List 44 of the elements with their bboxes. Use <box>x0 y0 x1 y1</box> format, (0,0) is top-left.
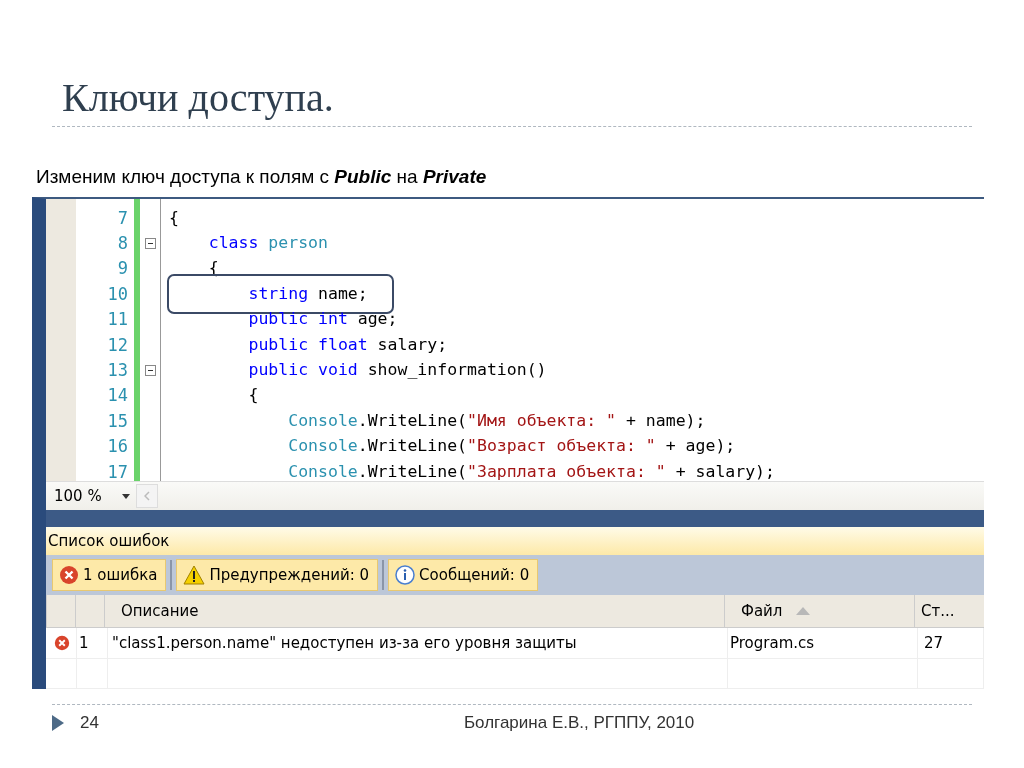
filter-button[interactable]: Сообщений: 0 <box>388 559 539 591</box>
code-line: public void show_information() <box>247 359 548 382</box>
line-number: 15 <box>107 410 128 431</box>
chevron-left-icon <box>143 491 150 501</box>
line-number: 11 <box>107 309 128 330</box>
line-number: 17 <box>107 461 128 481</box>
column-header[interactable]: Описание <box>104 595 724 627</box>
code-line: public float salary; <box>247 333 449 356</box>
line-number: 13 <box>107 360 128 381</box>
filter-button[interactable]: Предупреждений: 0 <box>176 559 379 591</box>
code-line: Console.WriteLine("Возраст объекта: " + age); <box>287 435 737 458</box>
slide-title: Ключи доступа. <box>62 74 335 122</box>
code-line: Console.WriteLine("Имя объекта: " + name); <box>287 409 707 432</box>
table-cell: Program.cs <box>730 634 815 652</box>
zoom-dropdown[interactable]: 100 % <box>46 487 136 505</box>
code-line: { <box>168 206 180 229</box>
panel-title: Список ошибок <box>46 527 984 555</box>
error-icon <box>54 635 70 651</box>
footer-author: Болгарина Е.В., РГППУ, 2010 <box>463 713 695 733</box>
column-header[interactable]: Файл <box>724 595 914 627</box>
collapse-icon[interactable] <box>144 237 156 249</box>
line-number: 14 <box>107 385 128 406</box>
line-number: 16 <box>107 436 128 457</box>
line-number: 9 <box>117 258 128 279</box>
line-number: 7 <box>117 207 128 228</box>
filter-button[interactable]: 1 ошибка <box>52 559 167 591</box>
bullet-triangle-icon <box>52 715 64 731</box>
page-number: 24 <box>80 713 99 733</box>
slide-subtitle: Изменим ключ доступа к полям с Public на Private <box>36 165 488 189</box>
code-line: { <box>247 384 260 407</box>
line-number: 10 <box>107 283 128 304</box>
table-cell: "class1.person.name" недоступен из-за его уровня защиты <box>112 634 577 652</box>
line-number: 12 <box>107 334 128 355</box>
error-icon <box>59 565 79 585</box>
caret-icon <box>121 493 130 499</box>
column-header[interactable]: Ст... <box>914 595 984 627</box>
code-line: class person <box>207 232 329 255</box>
warning-icon <box>183 565 206 585</box>
collapse-icon[interactable] <box>144 364 156 376</box>
info-icon <box>395 565 416 585</box>
line-number: 8 <box>117 233 128 254</box>
code-line: Console.WriteLine("Зарплата объекта: " + salary); <box>287 460 776 481</box>
table-cell: 1 <box>79 634 89 652</box>
table-cell: 27 <box>924 634 944 652</box>
